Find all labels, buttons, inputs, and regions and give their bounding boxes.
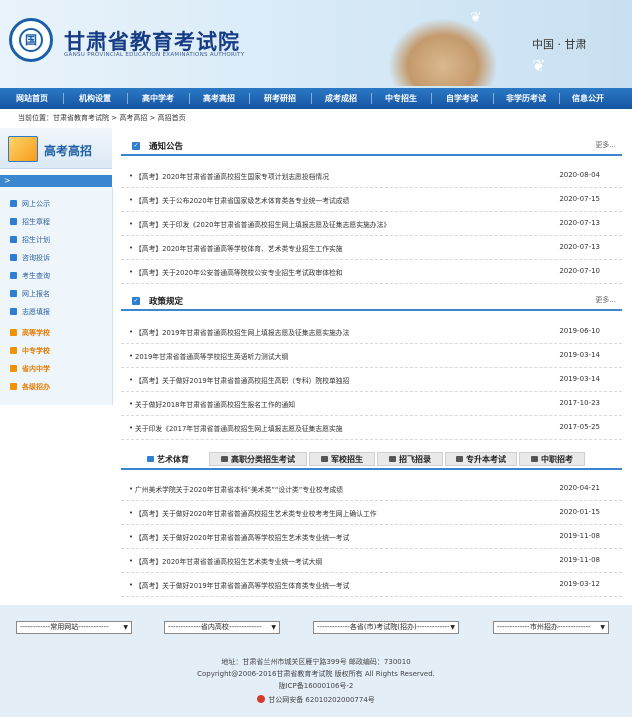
square-bullet-icon xyxy=(10,236,17,243)
site-logo[interactable]: 国 xyxy=(9,18,53,62)
square-bullet-icon xyxy=(10,308,17,315)
sidebar-item-charter[interactable]: 招生章程 xyxy=(10,217,50,227)
sidebar-header: 高考高招 xyxy=(0,128,112,169)
dropdown-arrow-icon: ▼ xyxy=(123,624,128,631)
more-link[interactable]: 更多... xyxy=(595,295,616,305)
list-item[interactable]: • 【高考】2020年甘肃省普通高校招生艺术类专业统一考试大纲 2019-11-08 xyxy=(121,548,622,573)
square-bullet-icon xyxy=(10,365,17,372)
sidebar-item-public[interactable]: 网上公示 xyxy=(10,199,50,209)
list-item[interactable]: • 广州美术学院关于2020年甘肃省本科“美术类”“设计类”专业校考成绩 2020-… xyxy=(121,476,622,501)
footer-copyright: Copyright@2006-2016甘肃省教育考试院 版权所有 All Rig… xyxy=(197,670,435,678)
list-item[interactable]: • 【高考】2020年甘肃省普通高校招生国家专项计划志愿投档情况 2020-08-0… xyxy=(121,163,622,188)
checkbox-icon: ✓ xyxy=(132,142,140,150)
folder-icon xyxy=(531,456,538,462)
section-title: 政策规定 xyxy=(149,297,184,307)
notices-section-header: ✓ 通知公告 更多... xyxy=(121,140,622,156)
list-item[interactable]: • 【高考】关于印发《2020年甘肃省普通高校招生网上填报志愿及征集志愿实施办法》… xyxy=(121,211,622,236)
site-footer: ------------常用网站------------ ▼ ----------… xyxy=(0,605,632,717)
square-bullet-icon xyxy=(10,254,17,261)
list-item[interactable]: • 【高考】关于做好2019年甘肃省普通高等学校招生体育类专业统一考试 2019-0… xyxy=(121,572,622,597)
tab-military[interactable]: 军校招生 xyxy=(309,452,375,466)
policies-section-header: ✓ 政策规定 更多... xyxy=(121,295,622,311)
more-link[interactable]: 更多... xyxy=(595,140,616,150)
sidebar-item-colleges[interactable]: 高等学校 xyxy=(10,328,50,338)
sidebar-item-application[interactable]: 志愿填报 xyxy=(10,307,50,317)
footer-icp[interactable]: 陇ICP备16000106号-2 xyxy=(0,681,632,691)
dropdown-arrow-icon: ▼ xyxy=(600,624,605,631)
breadcrumb: 当前位置：甘肃省教育考试院 > 高考高招 > 高招首页 xyxy=(18,114,186,122)
nav-non-degree[interactable]: 非学历考试 xyxy=(494,88,558,109)
folder-icon xyxy=(8,136,38,162)
sidebar-item-consult[interactable]: 咨询投诉 xyxy=(10,253,50,263)
police-badge-icon xyxy=(257,695,266,703)
tab-pilot[interactable]: 招飞招录 xyxy=(377,452,443,466)
tab-upgrade-exam[interactable]: 专升本考试 xyxy=(445,452,517,466)
section-title: 通知公告 xyxy=(149,142,184,152)
footer-address: 地址：甘肃省兰州市城关区雁宁路399号 邮政编码：730010 xyxy=(221,658,411,666)
dove-icon: ❦ xyxy=(470,10,482,26)
folder-icon xyxy=(221,456,228,462)
nav-info-disclosure[interactable]: 信息公开 xyxy=(560,88,616,109)
sidebar-item-register[interactable]: 网上报名 xyxy=(10,289,50,299)
sidebar-item-secondary-schools[interactable]: 中专学校 xyxy=(10,346,50,356)
sidebar-strip: > xyxy=(0,175,112,187)
site-header: 国 甘肃省教育考试院 GANSU PROVINCIAL EDUCATION EX… xyxy=(0,0,632,88)
list-item[interactable]: • 【高考】关于做好2020年甘肃省普通高等学校招生艺术类专业统一考试 2019-1… xyxy=(121,524,622,549)
folder-icon xyxy=(456,456,463,462)
category-tabs: 艺术体育 高职分类招生考试 军校招生 招飞招录 专升本考试 中职招考 xyxy=(121,452,622,470)
list-item[interactable]: • 关于做好2018年甘肃省普通高校招生报名工作的通知 2017-10-23 xyxy=(121,391,622,416)
square-bullet-icon xyxy=(10,218,17,225)
list-item[interactable]: • 【高考】关于做好2019年甘肃省普通高校招生高职（专科）院校单独招 2019-0… xyxy=(121,367,622,392)
site-subtitle: GANSU PROVINCIAL EDUCATION EXAMINATIONS … xyxy=(64,52,245,58)
square-bullet-icon xyxy=(10,200,17,207)
tab-art-sports[interactable]: 艺术体育 xyxy=(129,452,207,466)
sidebar-item-plan[interactable]: 招生计划 xyxy=(10,235,50,245)
list-item[interactable]: • 【高考】关于公布2020年甘肃省国家级艺术体育类各专业统一考试成绩 2020-0… xyxy=(121,187,622,212)
city-admission-offices-select[interactable]: -------------市州招办------------- ▼ xyxy=(493,621,609,634)
provincial-colleges-select[interactable]: -------------省内高校------------- ▼ xyxy=(164,621,280,634)
nav-graduate[interactable]: 研考研招 xyxy=(250,88,310,109)
square-bullet-icon xyxy=(10,272,17,279)
list-item[interactable]: • 关于印发《2017年甘肃省普通高校招生网上填报志愿及征集志愿实施 2017-05… xyxy=(121,415,622,440)
nav-home[interactable]: 网站首页 xyxy=(2,88,62,109)
sidebar-item-query[interactable]: 考生查询 xyxy=(10,271,50,281)
square-bullet-icon xyxy=(10,290,17,297)
region-label: 中国 · 甘肃 xyxy=(532,38,587,51)
sidebar-panel: 网上公示 招生章程 招生计划 咨询投诉 考生查询 网上报名 志愿填报 高等学校 … xyxy=(0,187,113,405)
sidebar-item-admission-offices[interactable]: 各级招办 xyxy=(10,382,50,392)
list-item[interactable]: • 【高考】关于做好2020年甘肃省普通高校招生艺术类专业校考考生网上确认工作 20… xyxy=(121,500,622,525)
folder-icon xyxy=(147,456,154,462)
nav-org[interactable]: 机构设置 xyxy=(64,88,126,109)
logo-emblem-icon: 国 xyxy=(19,28,43,52)
tab-vocational-exam[interactable]: 高职分类招生考试 xyxy=(209,452,307,466)
nav-self-study[interactable]: 自学考试 xyxy=(432,88,492,109)
footer-police-record[interactable]: 甘公网安备 62010202000774号 xyxy=(0,695,632,705)
list-item[interactable]: • 【高考】2019年甘肃省普通高校招生网上填报志愿及征集志愿实施办法 2019-0… xyxy=(121,319,622,344)
sidebar-title: 高考高招 xyxy=(44,144,93,158)
folder-icon xyxy=(321,456,328,462)
dove-icon: ❦ xyxy=(532,56,546,75)
dropdown-arrow-icon: ▼ xyxy=(271,624,276,631)
nav-secondary-vocational[interactable]: 中专招生 xyxy=(372,88,430,109)
square-bullet-icon xyxy=(10,383,17,390)
common-sites-select[interactable]: ------------常用网站------------ ▼ xyxy=(16,621,132,634)
list-item[interactable]: • 【高考】2020年甘肃省普通高等学校体育、艺术类专业招生工作实施 2020-07… xyxy=(121,235,622,260)
provincial-exam-offices-select[interactable]: -------------各省(市)考试院(招办)------------- ▼ xyxy=(313,621,459,634)
checkbox-icon: ✓ xyxy=(132,297,140,305)
nav-high-school-exam[interactable]: 高中学考 xyxy=(128,88,188,109)
nav-adult-exam[interactable]: 成考成招 xyxy=(312,88,370,109)
square-bullet-icon xyxy=(10,347,17,354)
nav-gaokao[interactable]: 高考高招 xyxy=(190,88,248,109)
list-item[interactable]: • 【高考】关于2020年公安普通高等院校公安专业招生考试政审体检和 2020-07… xyxy=(121,259,622,284)
square-bullet-icon xyxy=(10,329,17,336)
sidebar-item-middle-schools[interactable]: 省内中学 xyxy=(10,364,50,374)
list-item[interactable]: • 2019年甘肃省普通高等学校招生英语听力测试大纲 2019-03-14 xyxy=(121,343,622,368)
tab-secondary-vocational[interactable]: 中职招考 xyxy=(519,452,585,466)
main-nav: 网站首页 机构设置 高中学考 高考高招 研考研招 成考成招 中专招生 自学考试 … xyxy=(0,88,632,109)
folder-icon xyxy=(389,456,396,462)
header-statue-image xyxy=(388,18,498,86)
dropdown-arrow-icon: ▼ xyxy=(450,624,455,631)
